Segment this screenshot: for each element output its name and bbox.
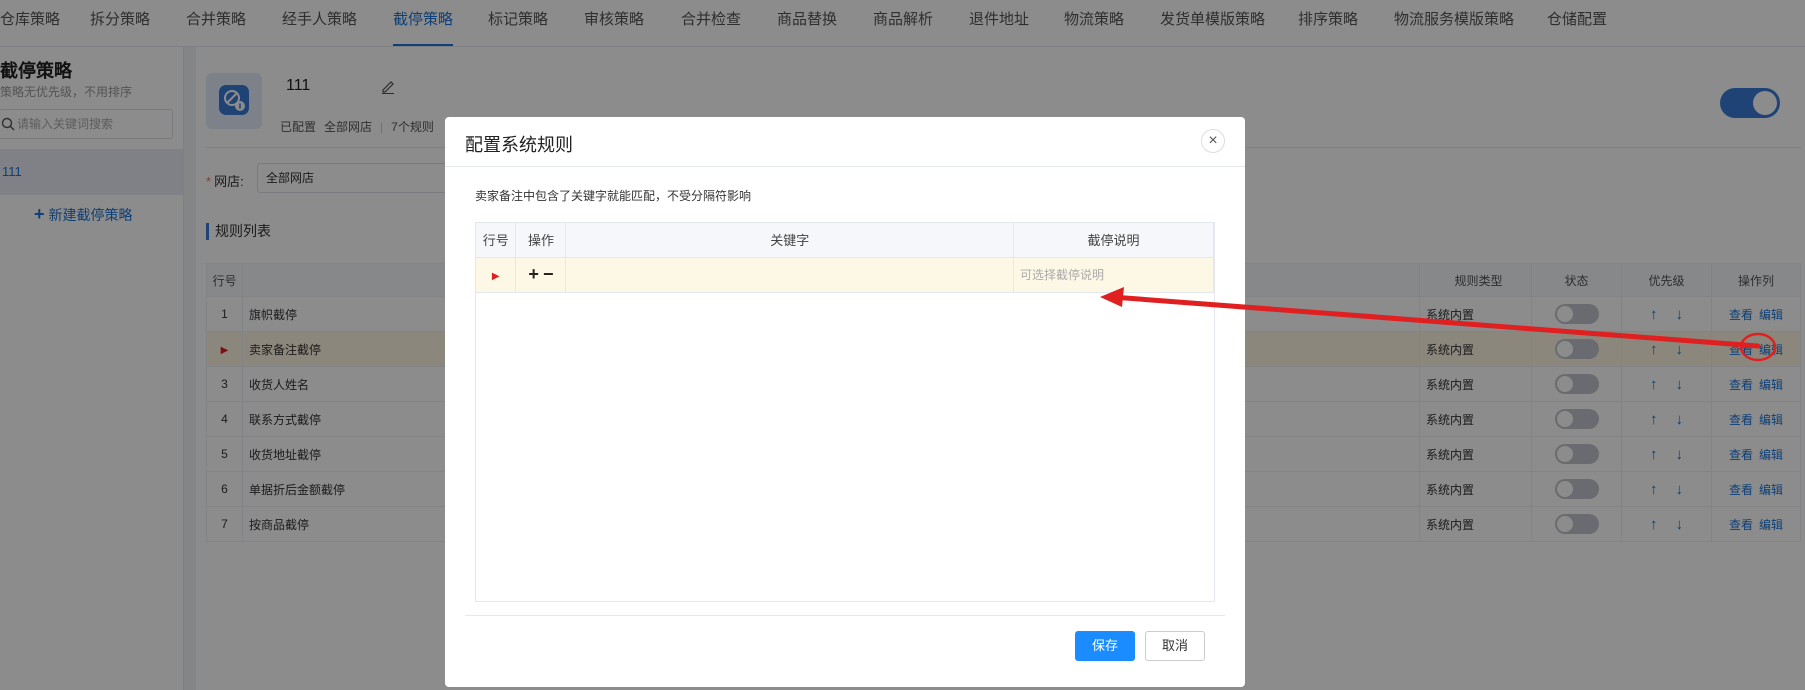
modal-description: 卖家备注中包含了关键字就能匹配，不受分隔符影响 [475,189,752,203]
modal-header: 配置系统规则 × [445,117,1245,167]
modal-title: 配置系统规则 [465,135,573,155]
keyword-cell[interactable] [565,257,1014,293]
intercept-desc-input[interactable] [1013,259,1210,290]
cancel-button[interactable]: 取消 [1145,631,1205,661]
config-rule-modal: 配置系统规则 × 卖家备注中包含了关键字就能匹配，不受分隔符影响 行号 操作 关… [445,117,1245,687]
current-row-marker: ▶ [476,257,517,293]
kw-col-idx: 行号 [476,223,517,258]
keyword-table-wrap: 行号 操作 关键字 截停说明 ▶ + − [475,222,1215,602]
keyword-row: ▶ + − [476,257,1215,293]
keyword-table: 行号 操作 关键字 截停说明 ▶ + − [476,223,1215,293]
row-ops: + − [515,257,567,293]
close-icon[interactable]: × [1201,129,1225,153]
save-button[interactable]: 保存 [1075,631,1135,661]
current-row-icon: ▶ [491,271,500,282]
desc-cell [1013,257,1215,293]
kw-col-desc: 截停说明 [1013,223,1215,258]
kw-col-op: 操作 [515,223,567,258]
modal-footer-divider [465,615,1225,616]
remove-row-icon[interactable]: − [543,264,554,284]
kw-col-keyword: 关键字 [565,223,1014,258]
add-row-icon[interactable]: + [528,264,539,284]
